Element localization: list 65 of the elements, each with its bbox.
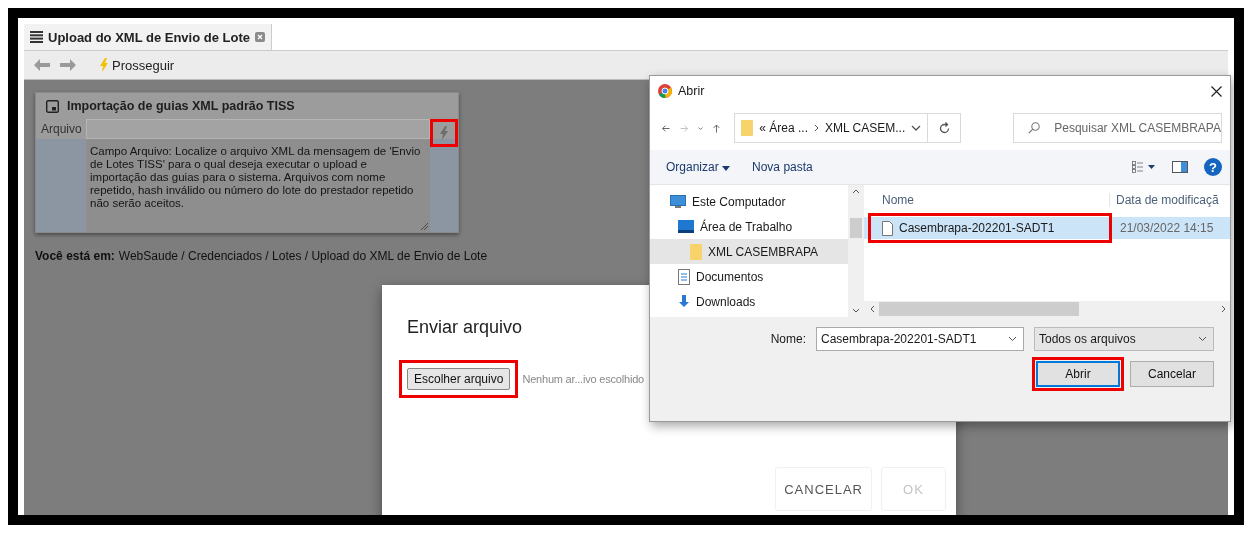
proceed-button[interactable]: Prosseguir xyxy=(100,57,175,73)
panel-title: Importação de guias XML padrão TISS xyxy=(67,99,295,113)
folder-icon xyxy=(741,120,754,136)
browser-logo-icon xyxy=(658,84,672,98)
path-segment[interactable]: « Área ... xyxy=(759,121,808,135)
file-name-field[interactable]: Casembrapa-202201-SADT1 xyxy=(816,327,1024,351)
file-icon xyxy=(882,220,893,236)
help-text: Campo Arquivo: Localize o arquivo XML da mensagem de 'Envio de Lotes TISS' para o qual deseja executar o upload e importação das guias para o sistema. Arquivos com nome repetido, hash inválido ou número do lote do prestador repetido não serão aceitos. xyxy=(86,139,430,232)
chevron-right-icon xyxy=(814,124,819,132)
open-button[interactable]: Abrir xyxy=(1036,361,1120,387)
nav-item[interactable]: XML CASEMBRAPA xyxy=(650,239,848,264)
breadcrumb-label: Você está em: xyxy=(35,249,115,263)
cancel-button[interactable]: CANCELAR xyxy=(775,467,872,511)
tab-title: Upload do XML de Envio de Lote xyxy=(48,29,250,45)
view-options-icon[interactable] xyxy=(1132,161,1156,173)
chevron-down-icon[interactable] xyxy=(911,125,922,131)
column-header[interactable]: Nome xyxy=(864,193,1110,207)
organize-menu[interactable]: Organizar xyxy=(666,160,731,174)
preview-pane-icon[interactable] xyxy=(1172,161,1188,173)
lightning-icon xyxy=(100,58,108,72)
list-icon xyxy=(30,31,43,43)
nav-item[interactable]: Downloads xyxy=(650,289,848,314)
close-icon[interactable] xyxy=(1211,85,1222,97)
field-label: Arquivo xyxy=(40,122,82,136)
chevron-left-icon[interactable] xyxy=(870,305,875,313)
scrollbar[interactable] xyxy=(864,301,1230,317)
field-label: Nome: xyxy=(770,332,806,346)
scrollbar-thumb[interactable] xyxy=(879,302,1079,316)
nav-item[interactable]: Documentos xyxy=(650,264,848,289)
nav-item[interactable]: Este Computador xyxy=(650,189,848,214)
breadcrumb-path: WebSaude / Credenciados / Lotes / Upload do XML de Envio de Lote xyxy=(118,249,488,263)
help-icon[interactable]: ? xyxy=(1204,158,1222,176)
resize-grip-icon xyxy=(420,222,428,230)
chevron-down-icon[interactable] xyxy=(852,308,860,313)
document-icon xyxy=(678,268,690,285)
window-icon xyxy=(46,99,59,113)
page-tab[interactable]: Upload do XML de Envio de Lote xyxy=(24,24,272,50)
scrollbar[interactable] xyxy=(848,185,864,317)
monitor-icon xyxy=(670,194,686,209)
chevron-up-icon[interactable] xyxy=(852,189,860,194)
dialog-title: Abrir xyxy=(678,84,705,98)
caret-icon xyxy=(722,166,731,171)
file-type-dropdown[interactable]: Todos os arquivos xyxy=(1034,327,1214,351)
file-input-field[interactable] xyxy=(86,119,430,139)
refresh-icon[interactable] xyxy=(938,122,950,134)
folder-icon xyxy=(690,243,702,260)
search-icon xyxy=(1028,122,1041,134)
file-status-text: Nenhum ar...ivo escolhido xyxy=(522,373,644,385)
desktop-icon xyxy=(678,220,694,233)
cancel-button[interactable]: Cancelar xyxy=(1130,361,1214,387)
new-folder-button[interactable]: Nova pasta xyxy=(752,160,813,174)
choose-file-button[interactable]: Escolher arquivo xyxy=(407,368,511,390)
search-field[interactable]: Pesquisar XML CASEMBRAPA xyxy=(1013,113,1222,143)
column-header[interactable]: Data de modificaçã xyxy=(1110,193,1219,207)
lightning-icon xyxy=(440,126,448,140)
address-bar[interactable]: « Área ... XML CASEM... xyxy=(734,113,962,143)
chevron-right-icon[interactable] xyxy=(1221,305,1226,313)
chevron-down-icon[interactable] xyxy=(1008,336,1017,342)
scrollbar-thumb[interactable] xyxy=(850,218,862,238)
nav-item[interactable]: Área de Trabalho xyxy=(650,214,848,239)
dialog-title: Enviar arquivo xyxy=(407,317,524,338)
chevron-down-icon[interactable] xyxy=(698,125,704,131)
download-arrow-icon xyxy=(678,294,690,309)
path-segment[interactable]: XML CASEM... xyxy=(825,121,906,135)
chevron-down-icon xyxy=(1198,336,1207,342)
